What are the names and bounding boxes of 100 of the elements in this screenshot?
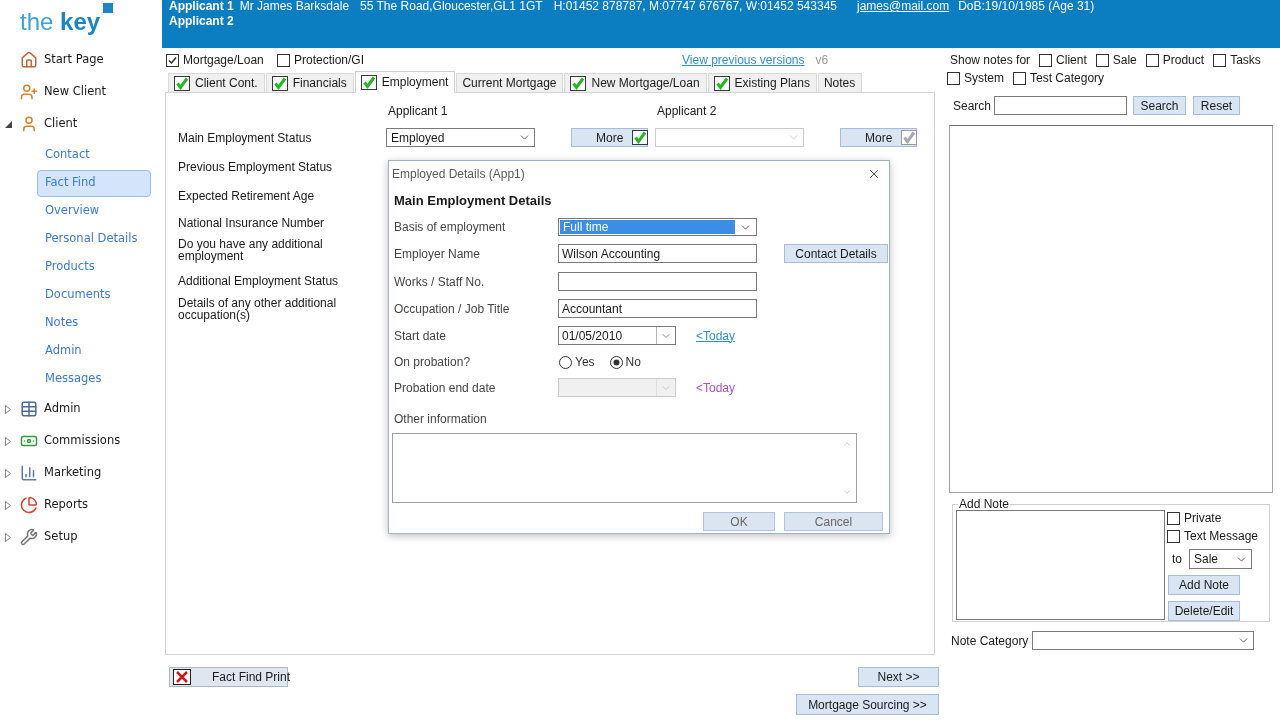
nav-subitem[interactable]: Contact (37, 141, 151, 169)
more-button[interactable]: More (571, 128, 648, 147)
contact-details-button[interactable]: Contact Details (784, 244, 888, 263)
checkbox[interactable] (1013, 71, 1026, 85)
tick-box-icon (901, 130, 918, 145)
search-button[interactable]: Search (1133, 96, 1186, 115)
checkbox[interactable] (1213, 53, 1227, 67)
next-button[interactable]: Next >> (858, 667, 939, 687)
radio-button[interactable] (559, 355, 572, 369)
tab[interactable]: New Mortgage/Loan (564, 73, 707, 92)
dialog-button[interactable]: Cancel (784, 512, 883, 531)
print-button[interactable]: Fact Find Print (169, 667, 288, 687)
search-field[interactable] (994, 96, 1127, 115)
nav-subitem[interactable]: Messages (37, 365, 151, 393)
add-note-button[interactable]: Add Note (1168, 575, 1240, 595)
nav-item[interactable]: Client (44, 115, 78, 133)
field-label: On probation? (394, 354, 471, 371)
field-label: Other information (394, 411, 487, 428)
checkbox-label: Tasks (1230, 52, 1261, 69)
checkbox-label: Mortgage/Loan (183, 52, 264, 69)
note-text-field[interactable] (956, 510, 1165, 620)
checkbox[interactable] (277, 53, 290, 67)
person-icon (20, 115, 38, 133)
nav-item[interactable]: Marketing (44, 464, 102, 482)
client-dob: DoB:19/10/1985 (Age 31) (958, 0, 1095, 12)
checkbox-label: Test Category (1030, 70, 1105, 87)
checkbox-label: Client (1056, 52, 1087, 69)
collapsed-triangle-icon[interactable] (5, 436, 11, 446)
text-field[interactable] (558, 272, 757, 291)
checkbox-label: Protection/GI (294, 52, 365, 69)
recipient-dropdown[interactable]: Sale (1189, 549, 1252, 569)
add-person-icon (20, 83, 38, 101)
dialog-heading: Main Employment Details (394, 193, 552, 209)
today-link[interactable]: <Today (696, 326, 736, 345)
tab[interactable]: Current Mortgage (456, 73, 564, 92)
nav-subitem[interactable]: Documents (37, 281, 151, 309)
radio-label: No (625, 354, 641, 371)
checkbox[interactable] (166, 53, 179, 67)
checkbox[interactable] (1167, 529, 1180, 543)
tab[interactable]: Notes (817, 73, 863, 92)
date-field[interactable]: 01/05/2010 (558, 326, 676, 345)
applicant-label: Applicant 1 (169, 0, 234, 12)
table-icon (20, 400, 38, 418)
version-number: v6 (815, 52, 829, 69)
home-icon (20, 51, 38, 69)
mortgage-sourcing-button[interactable]: Mortgage Sourcing >> (796, 694, 939, 715)
cross-icon (173, 669, 191, 685)
delete-edit-button[interactable]: Delete/Edit (1168, 601, 1240, 621)
dialog-button[interactable]: OK (703, 512, 775, 531)
nav-subitem[interactable]: Products (37, 253, 151, 281)
field-label: Additional Employment Status (178, 274, 339, 287)
applicant-label: Applicant 2 (169, 15, 234, 27)
email-link[interactable]: james@mail.com (857, 0, 950, 12)
text-field[interactable]: Accountant (558, 299, 757, 318)
column-heading: Applicant 1 (388, 102, 449, 120)
tab[interactable]: Client Cont. (168, 73, 265, 92)
text-field[interactable]: Wilson Accounting (558, 244, 757, 263)
radio-button[interactable] (609, 355, 623, 369)
client-address: 55 The Road,Gloucester,GL1 1GT (360, 0, 543, 12)
wrench-icon (20, 528, 38, 546)
view-versions-link[interactable]: View previous versions (682, 51, 805, 69)
nav-item[interactable]: Setup (44, 528, 78, 546)
collapsed-triangle-icon[interactable] (5, 468, 11, 478)
dropdown[interactable]: Employed (386, 128, 535, 147)
reset-button[interactable]: Reset (1193, 96, 1240, 115)
radio-label: Yes (575, 354, 595, 371)
expanded-triangle-icon[interactable] (5, 120, 12, 128)
collapsed-triangle-icon[interactable] (5, 404, 11, 414)
note-category-label: Note Category (951, 632, 1030, 650)
tab[interactable]: Existing Plans (707, 73, 817, 92)
tab[interactable]: Employment (354, 71, 456, 93)
nav-item[interactable]: Reports (44, 496, 89, 514)
nav-item[interactable]: Commissions (44, 432, 121, 450)
field-label: Occupation / Job Title (394, 300, 510, 318)
checkbox[interactable] (1095, 53, 1109, 67)
checkbox-label: Text Message (1184, 528, 1259, 545)
close-icon[interactable] (867, 167, 881, 181)
nav-item[interactable]: New Client (44, 83, 107, 101)
checkbox[interactable] (1145, 53, 1159, 67)
column-heading: Applicant 2 (657, 102, 717, 120)
collapsed-triangle-icon[interactable] (5, 532, 11, 542)
dialog-title: Employed Details (App1) (392, 166, 525, 183)
nav-subitem[interactable]: Overview (37, 197, 151, 225)
logo-square-icon (103, 3, 114, 13)
checkbox-label: System (964, 70, 1004, 87)
checkbox-label: Sale (1112, 52, 1137, 69)
tab[interactable]: Financials (265, 73, 354, 92)
nav-subitem[interactable]: Personal Details (37, 225, 151, 253)
to-label: to (1172, 551, 1182, 568)
nav-item[interactable]: Start Page (44, 51, 104, 69)
nav-subitem[interactable]: Notes (37, 309, 151, 337)
checkbox[interactable] (1039, 53, 1053, 67)
nav-subitem[interactable]: Admin (37, 337, 151, 365)
search-label: Search (953, 97, 993, 115)
nav-item[interactable]: Admin (44, 400, 81, 418)
checkbox[interactable] (1167, 511, 1180, 525)
checkbox[interactable] (947, 71, 960, 85)
note-category-dropdown[interactable] (1032, 631, 1254, 650)
checkbox-label: Product (1162, 52, 1205, 69)
collapsed-triangle-icon[interactable] (5, 500, 11, 510)
